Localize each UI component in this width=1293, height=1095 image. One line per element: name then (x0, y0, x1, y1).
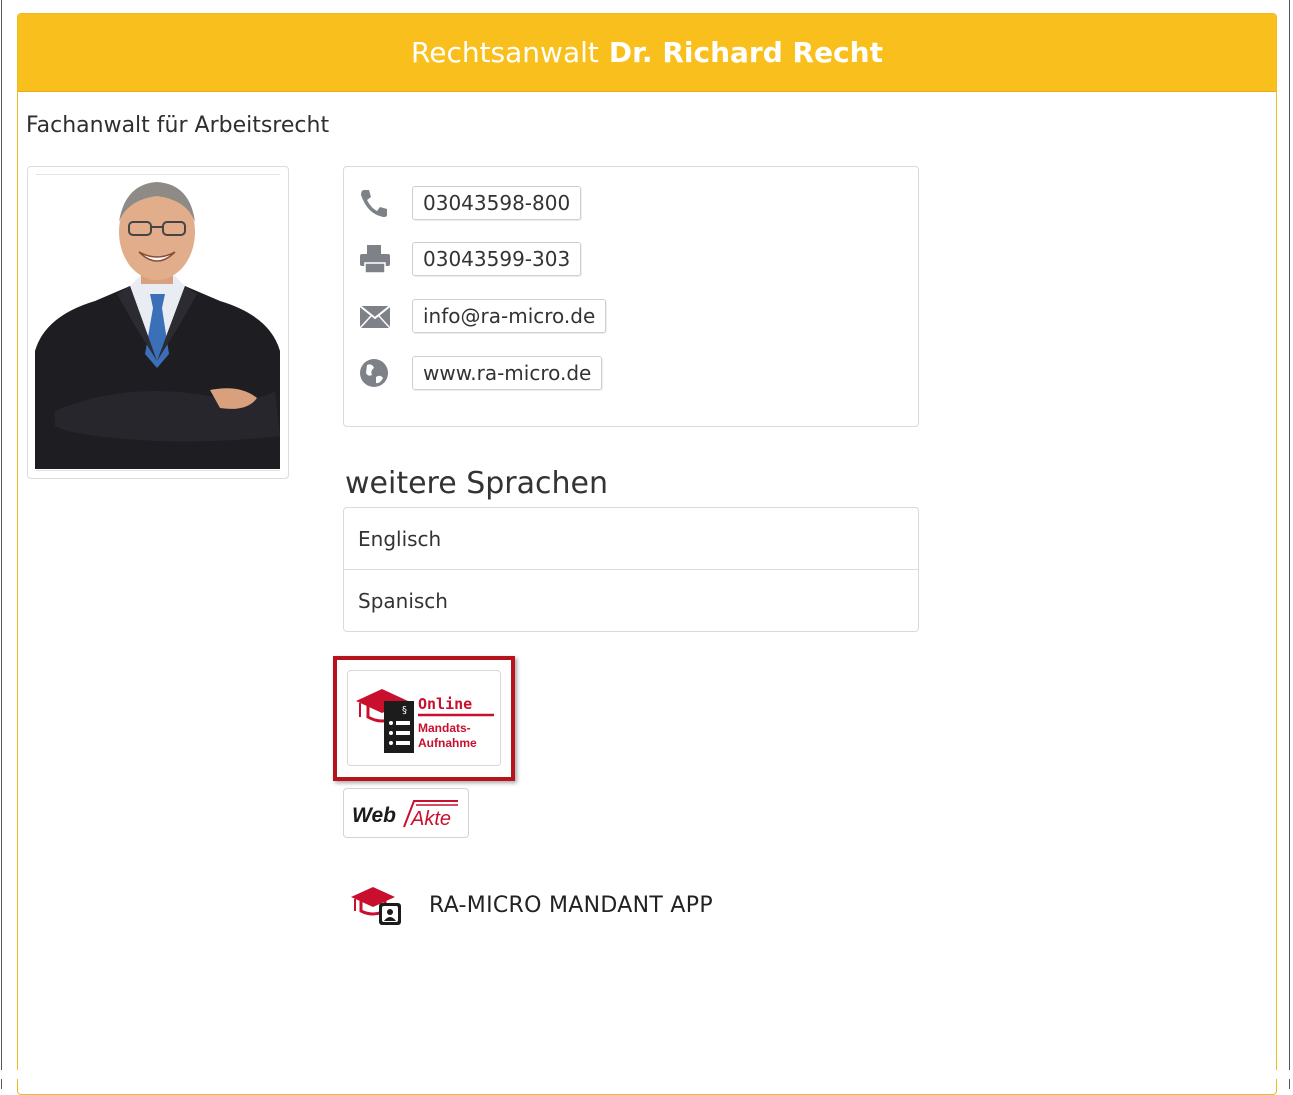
mandant-app-label: RA-MICRO MANDANT APP (429, 892, 713, 918)
lawyer-name: Dr. Richard Recht (608, 36, 883, 69)
contact-box: 03043598-800 03043599-303 info@ra-micro.… (343, 166, 919, 427)
online-mandate-logo: § Online Mandats- Aufnahme (356, 689, 494, 753)
email-address[interactable]: info@ra-micro.de (412, 299, 607, 333)
website-link[interactable]: www.ra-micro.de (412, 356, 603, 390)
envelope-icon (358, 298, 396, 334)
webakte-akte-text: Akte (410, 808, 451, 830)
portrait-image (35, 176, 280, 469)
webakte-web-text: Web (352, 804, 396, 827)
mandant-app-icon (351, 887, 401, 925)
lawyer-photo (27, 166, 289, 479)
webakte-button[interactable]: Web Akte (343, 788, 469, 838)
phone-icon (358, 185, 396, 221)
phone-number[interactable]: 03043598-800 (412, 186, 582, 220)
mandats-text: Mandats- (418, 721, 471, 735)
online-text: Online (418, 695, 472, 713)
globe-icon (358, 355, 396, 391)
language-item: Spanisch (344, 569, 918, 631)
language-item: Englisch (358, 526, 442, 551)
panel-header: Rechtsanwalt Dr. Richard Recht (18, 14, 1276, 92)
highlight-frame: § Online Mandats- Aufnahme (333, 656, 515, 781)
specialization-title: Fachanwalt für Arbeitsrecht (26, 113, 330, 138)
phone-row: 03043598-800 (358, 185, 582, 221)
bottom-edge (0, 1070, 1293, 1079)
webakte-logo: Web Akte (352, 800, 458, 830)
header-prefix: Rechtsanwalt (411, 36, 599, 69)
online-mandate-button[interactable]: § Online Mandats- Aufnahme (347, 670, 501, 766)
fax-number[interactable]: 03043599-303 (412, 242, 582, 276)
fax-row: 03043599-303 (358, 241, 582, 277)
languages-title: weitere Sprachen (345, 466, 608, 501)
aufnahme-text: Aufnahme (418, 736, 477, 750)
languages-list: Englisch Spanisch (343, 507, 919, 632)
printer-icon (358, 241, 396, 277)
mandant-app-link[interactable]: RA-MICRO MANDANT APP (349, 883, 713, 927)
email-row: info@ra-micro.de (358, 298, 607, 334)
svg-text:§: § (402, 705, 407, 716)
website-row: www.ra-micro.de (358, 355, 603, 391)
